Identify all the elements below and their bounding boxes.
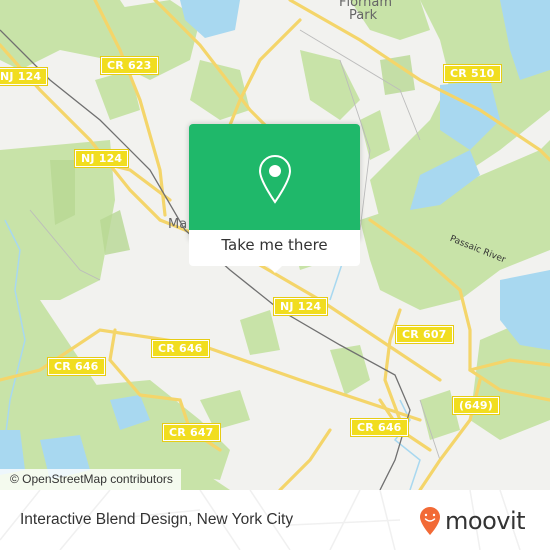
moovit-brand-text: moovit (445, 507, 526, 535)
road-shield-649: (649) (451, 396, 501, 415)
popup-header (189, 124, 360, 230)
road-shield-cr646: CR 646 (151, 339, 210, 358)
road-shield-cr647: CR 647 (162, 423, 221, 442)
road-shield-nj124: NJ 124 (73, 149, 130, 168)
moovit-pin-icon (420, 507, 440, 535)
location-title: Interactive Blend Design, New York City (20, 511, 294, 528)
road-shield-nj124: NJ 124 (272, 297, 329, 316)
road-shield-cr510: CR 510 (443, 64, 502, 83)
road-shield-nj124: NJ 124 (0, 67, 49, 86)
location-popup: Take me there (189, 124, 360, 273)
road-shield-cr607: CR 607 (395, 325, 454, 344)
footer: Interactive Blend Design, New York City … (0, 490, 550, 550)
popup-pointer (266, 264, 284, 273)
location-pin-icon (258, 154, 292, 204)
map-attribution[interactable]: © OpenStreetMap contributors (0, 469, 181, 490)
take-me-there-button[interactable]: Take me there (189, 230, 360, 266)
place-label-madison: Ma (168, 217, 188, 232)
map-view[interactable]: Florham Park Ma Passaic River NJ 124 CR … (0, 0, 550, 490)
road-shield-cr623: CR 623 (100, 56, 159, 75)
road-shield-cr646: CR 646 (47, 357, 106, 376)
moovit-logo[interactable]: moovit (419, 504, 526, 538)
place-label-florham-park-2: Park (349, 8, 378, 23)
road-shield-cr646: CR 646 (350, 418, 409, 437)
